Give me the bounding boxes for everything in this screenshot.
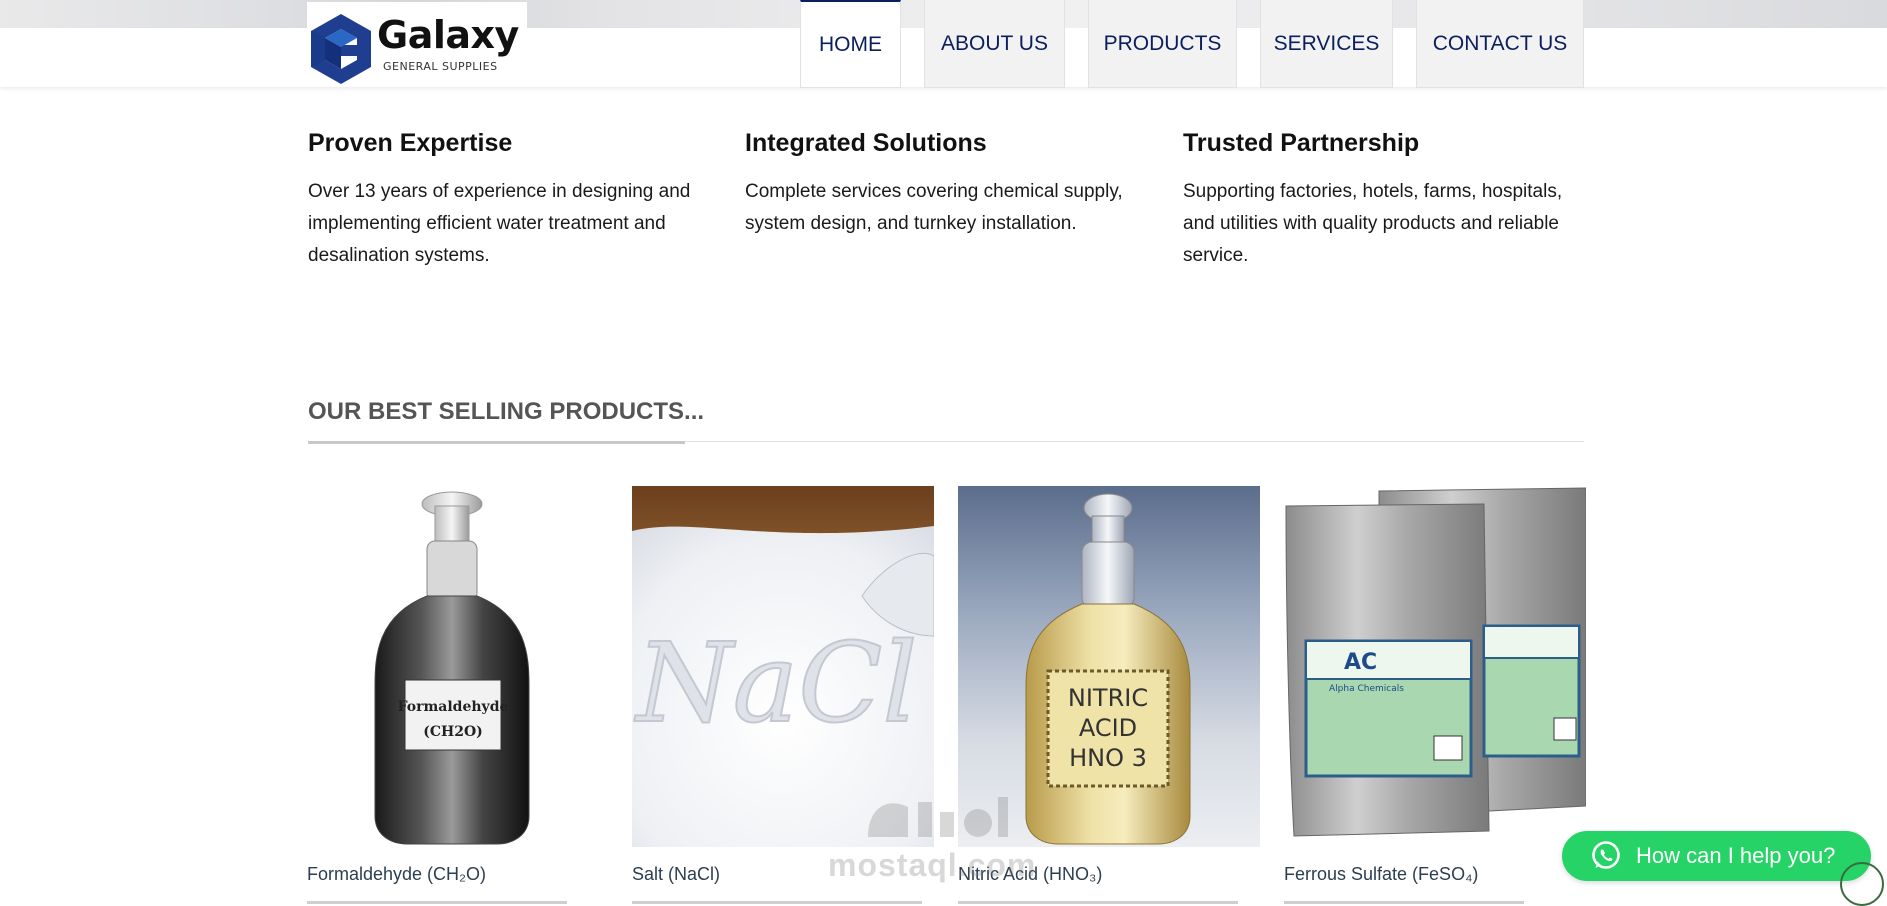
bottle-label-line1: Formaldehyde	[398, 699, 509, 715]
product-card[interactable]: AC Alpha Chemicals Ferrous Sulfate (FeSO…	[1284, 486, 1586, 904]
nav-item-contact-us[interactable]: CONTACT US	[1416, 0, 1584, 88]
nav-item-products[interactable]: PRODUCTS	[1088, 0, 1237, 88]
product-name[interactable]: Nitric Acid (HNO₃)	[958, 864, 1102, 885]
product-name[interactable]: Salt (NaCl)	[632, 864, 720, 885]
product-card[interactable]: NaCl Salt (NaCl)	[632, 486, 934, 904]
feature-card: Integrated Solutions Complete services c…	[745, 128, 1155, 240]
section-divider-accent	[308, 441, 685, 444]
scroll-to-top-button[interactable]	[1840, 862, 1884, 906]
bottle-label-line2: ACID	[1079, 714, 1137, 742]
product-description-fragment	[632, 896, 932, 904]
bottle-label-line1: NITRIC	[1068, 684, 1148, 712]
feature-text: Complete services covering chemical supp…	[745, 181, 1123, 234]
product-card[interactable]: Formaldehyde (CH2O) Formaldehyde (CH₂O)	[307, 486, 609, 904]
nitric-acid-bottle-icon: NITRIC ACID HNO 3	[1025, 493, 1191, 845]
product-card[interactable]: NITRIC ACID HNO 3 Nitric Acid (HNO₃)	[958, 486, 1260, 904]
pouch-label-sub: Alpha Chemicals	[1329, 684, 1404, 694]
whatsapp-chat-button[interactable]: How can I help you?	[1562, 831, 1871, 881]
feature-title: Proven Expertise	[308, 129, 513, 157]
nav-item-services[interactable]: SERVICES	[1260, 0, 1393, 88]
bottle-label-line2: (CH2O)	[423, 724, 483, 740]
product-image[interactable]: NITRIC ACID HNO 3	[958, 486, 1260, 847]
bottle-label-line3: HNO 3	[1069, 744, 1147, 772]
feature-text: Over 13 years of experience in designing…	[308, 181, 691, 266]
formaldehyde-bottle-icon: Formaldehyde (CH2O)	[374, 491, 530, 845]
feature-card: Proven Expertise Over 13 years of experi…	[308, 128, 718, 272]
product-image[interactable]: NaCl	[632, 486, 934, 847]
main-nav: HOME ABOUT US PRODUCTS SERVICES CONTACT …	[0, 0, 1887, 88]
pouch-label: AC	[1344, 650, 1377, 675]
chat-button-label: How can I help you?	[1636, 843, 1836, 868]
whatsapp-icon	[1592, 841, 1620, 869]
product-image[interactable]: AC Alpha Chemicals	[1284, 486, 1586, 847]
feature-text: Supporting factories, hotels, farms, hos…	[1183, 181, 1563, 266]
nav-item-about-us[interactable]: ABOUT US	[924, 0, 1065, 88]
product-description-fragment	[1284, 896, 1584, 904]
product-description-fragment	[307, 896, 607, 904]
salt-spill-icon: NaCl	[632, 486, 934, 847]
feature-title: Integrated Solutions	[745, 129, 987, 157]
ferrous-sulfate-pouch-icon: AC Alpha Chemicals	[1285, 487, 1586, 837]
feature-title: Trusted Partnership	[1183, 129, 1420, 157]
nav-item-home[interactable]: HOME	[800, 0, 901, 88]
product-name[interactable]: Ferrous Sulfate (FeSO₄)	[1284, 864, 1478, 885]
product-description-fragment	[958, 896, 1258, 904]
product-image[interactable]: Formaldehyde (CH2O)	[307, 486, 609, 847]
salt-written-text: NaCl	[633, 619, 917, 747]
product-name[interactable]: Formaldehyde (CH₂O)	[307, 864, 486, 885]
feature-card: Trusted Partnership Supporting factories…	[1183, 128, 1593, 272]
section-title: OUR BEST SELLING PRODUCTS...	[308, 398, 705, 425]
